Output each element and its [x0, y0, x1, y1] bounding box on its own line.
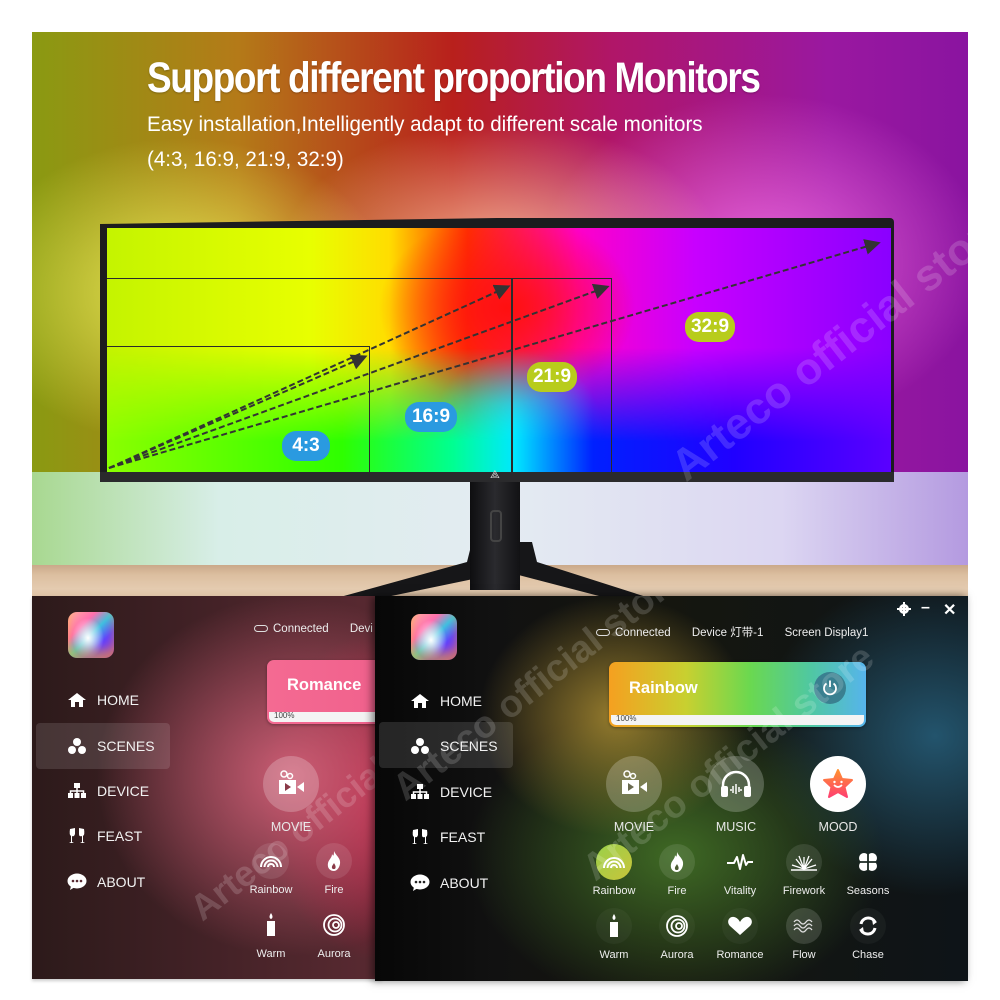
ratio-label-32-9: 32:9	[685, 312, 735, 342]
mode-warm[interactable]: Warm	[584, 908, 644, 961]
mode-seasons[interactable]: Seasons	[838, 844, 898, 897]
ratio-label-16-9: 16:9	[405, 402, 457, 432]
mode-flow[interactable]: Flow	[774, 908, 834, 961]
headphones-icon	[721, 770, 751, 797]
chat-bubble-icon	[66, 873, 88, 891]
aurora-spiral-icon	[666, 915, 688, 937]
device-icon	[409, 783, 431, 801]
mode-aurora[interactable]: Aurora	[304, 907, 364, 960]
fire-icon	[327, 851, 341, 871]
app-logo	[411, 614, 457, 660]
nav-device[interactable]: DEVICE	[409, 770, 492, 814]
mode-movie[interactable]: MOVIE	[604, 756, 664, 834]
cable-slot	[490, 510, 502, 542]
firework-icon	[791, 855, 817, 871]
brightness-bar[interactable]: 100%	[611, 714, 864, 725]
flow-wave-icon	[793, 919, 813, 933]
movie-camera-icon	[279, 770, 304, 794]
mode-vitality[interactable]: Vitality	[710, 844, 770, 897]
nav-home[interactable]: HOME	[409, 679, 482, 723]
screen-name[interactable]: Display1	[824, 627, 868, 639]
nav-feast[interactable]: FEAST	[409, 815, 485, 859]
clover-icon	[859, 853, 877, 871]
mode-romance[interactable]: Romance	[710, 908, 770, 961]
aurora-spiral-icon	[323, 914, 345, 936]
link-icon	[254, 625, 268, 633]
hero-ratios-list: (4:3, 16:9, 21:9, 32:9)	[147, 148, 344, 171]
settings-icon[interactable]	[897, 602, 911, 621]
hero-banner: Support different proportion Monitors Ea…	[32, 32, 968, 600]
brightness-bar[interactable]: 100%	[269, 711, 382, 722]
rainbow-icon	[603, 857, 625, 869]
power-button[interactable]	[814, 672, 846, 704]
mode-movie[interactable]: MOVIE	[261, 756, 321, 834]
arrow-32-9	[108, 239, 881, 469]
mode-aurora[interactable]: Aurora	[647, 908, 707, 961]
current-scene-card[interactable]: Romance 100%	[267, 660, 382, 724]
candle-icon	[267, 913, 275, 936]
brand-logo-icon: ⟁	[490, 469, 500, 481]
hearts-icon	[728, 916, 752, 935]
candle-icon	[610, 914, 618, 937]
mode-fire[interactable]: Fire	[647, 844, 707, 897]
rainbow-icon	[260, 856, 282, 868]
feast-icon	[409, 828, 431, 846]
nav-about[interactable]: ABOUT	[66, 860, 145, 904]
mode-fire[interactable]: Fire	[304, 843, 364, 896]
hero-title: Support different proportion Monitors	[147, 54, 761, 102]
mode-rainbow[interactable]: Rainbow	[241, 843, 301, 896]
app-window-rainbow: – ✕ Connected Device 灯带-1 Screen Display…	[375, 596, 968, 981]
star-smile-icon	[823, 769, 853, 798]
nav-scenes[interactable]: SCENES	[66, 724, 155, 768]
mode-firework[interactable]: Firework	[774, 844, 834, 897]
minimize-button[interactable]: –	[921, 599, 930, 617]
chase-cycle-icon	[859, 916, 877, 936]
status-bar: Connected Devi	[254, 623, 382, 635]
device-name[interactable]: 灯带-1	[730, 627, 763, 639]
app-window-romance: Connected Devi HOME SCENES DEVICE FEAST …	[32, 596, 382, 979]
nav-device[interactable]: DEVICE	[66, 769, 149, 813]
scenes-icon	[66, 737, 88, 755]
home-icon	[66, 691, 88, 709]
mode-warm[interactable]: Warm	[241, 907, 301, 960]
current-scene-card[interactable]: Rainbow 100%	[609, 662, 866, 727]
nav-feast[interactable]: FEAST	[66, 814, 142, 858]
link-icon	[596, 629, 610, 637]
diagonal-arrows	[108, 239, 881, 469]
nav-home[interactable]: HOME	[66, 678, 139, 722]
mode-rainbow[interactable]: Rainbow	[584, 844, 644, 897]
fire-icon	[670, 852, 684, 872]
mode-music[interactable]: MUSIC	[706, 756, 766, 834]
device-icon	[66, 782, 88, 800]
mode-chase[interactable]: Chase	[838, 908, 898, 961]
scenes-icon	[409, 737, 431, 755]
hero-subtitle: Easy installation,Intelligently adapt to…	[147, 113, 703, 136]
feast-icon	[66, 827, 88, 845]
home-icon	[409, 692, 431, 710]
ratio-label-4-3: 4:3	[282, 431, 330, 461]
movie-camera-icon	[622, 770, 647, 794]
nav-scenes[interactable]: SCENES	[409, 724, 498, 768]
chat-bubble-icon	[409, 874, 431, 892]
monitor-screen: 4:3 16:9 21:9 32:9	[107, 228, 891, 472]
nav-about[interactable]: ABOUT	[409, 861, 488, 905]
mode-mood[interactable]: MOOD	[808, 756, 868, 834]
app-logo	[68, 612, 114, 658]
pulse-wave-icon	[727, 854, 753, 870]
close-button[interactable]: ✕	[943, 600, 956, 620]
power-icon	[823, 680, 837, 696]
status-bar: Connected Device 灯带-1 Screen Display1	[596, 624, 886, 640]
ratio-label-21-9: 21:9	[527, 362, 577, 392]
